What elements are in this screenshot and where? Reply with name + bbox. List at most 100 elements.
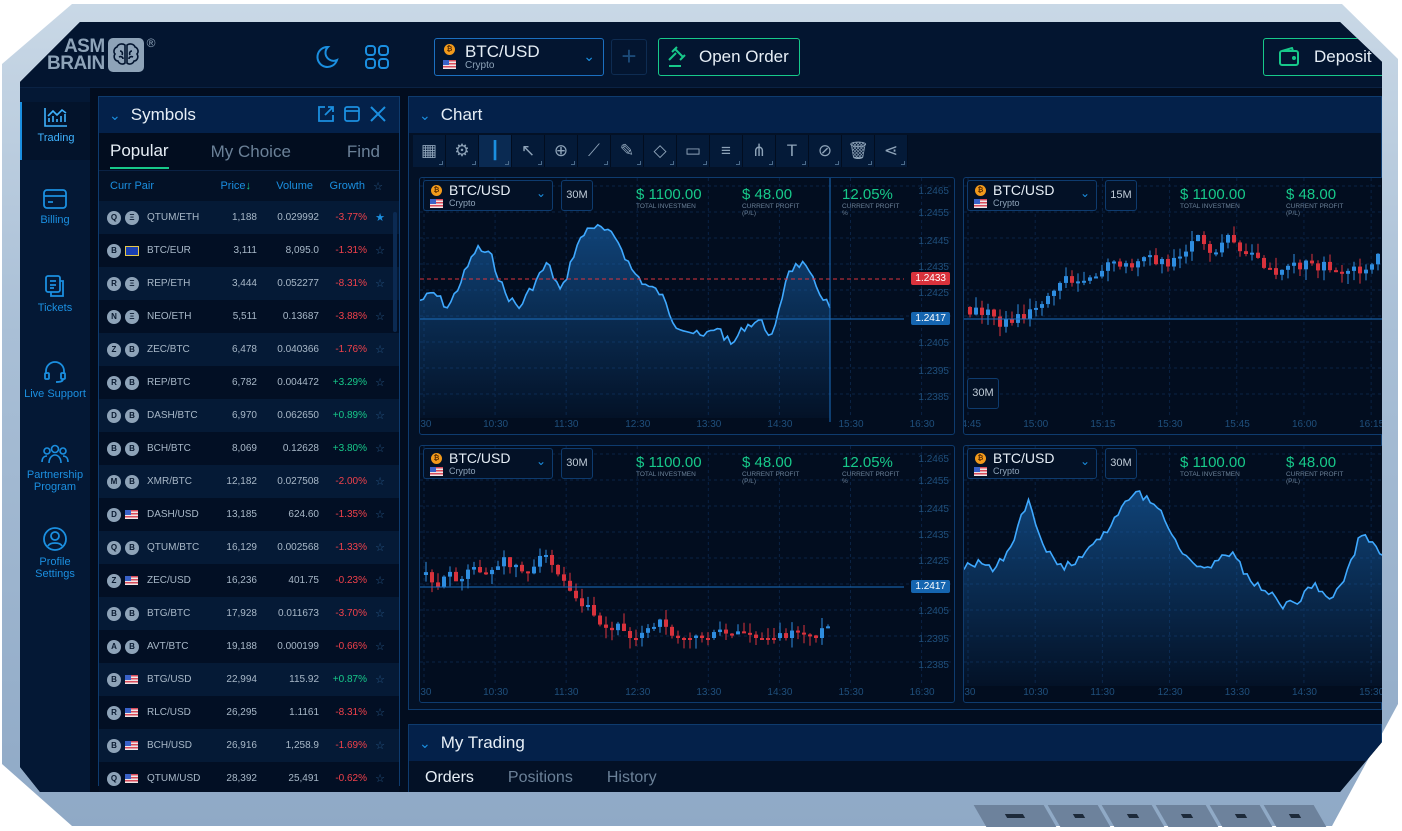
- tool-trash[interactable]: 🗑: [842, 135, 875, 167]
- collapse-chevron-icon[interactable]: ⌄: [109, 107, 121, 124]
- chart-pair-selector[interactable]: ₿ BTC/USD Crypto ⌄: [967, 448, 1097, 479]
- chart-pair-selector[interactable]: ₿ BTC/USD Crypto ⌄: [423, 448, 553, 479]
- star-icon[interactable]: ☆: [367, 508, 393, 521]
- sidebar-item-profile-settings[interactable]: Profile Settings: [20, 526, 90, 580]
- tool-rectangle[interactable]: ▭: [677, 135, 710, 167]
- tool-hide[interactable]: ⊘: [809, 135, 842, 167]
- star-icon[interactable]: ☆: [367, 772, 393, 785]
- tool-text[interactable]: T: [776, 135, 809, 167]
- chart-pair-selector[interactable]: ₿ BTC/USD Crypto ⌄: [423, 180, 553, 211]
- tool-pitchfork[interactable]: ⋔: [743, 135, 776, 167]
- symbol-row[interactable]: QB QTUM/BTC 16,129 0.002568 -1.33% ☆: [99, 531, 399, 564]
- timeframe-button[interactable]: 30M: [561, 448, 593, 479]
- device-button[interactable]: [1047, 805, 1111, 827]
- tab-my-choice[interactable]: My Choice: [211, 136, 291, 168]
- star-icon[interactable]: ☆: [367, 310, 393, 323]
- tool-settings[interactable]: ⚙: [446, 135, 479, 167]
- symbol-row[interactable]: DB DASH/BTC 6,970 0.062650 +0.89% ☆: [99, 399, 399, 432]
- symbols-scrollbar[interactable]: [393, 212, 397, 332]
- pair-selector[interactable]: ₿ BTC/USD Crypto ⌄: [434, 38, 604, 76]
- chart-pair-selector[interactable]: ₿ BTC/USD Crypto ⌄: [967, 180, 1097, 211]
- candle: [1100, 270, 1104, 277]
- star-icon[interactable]: ☆: [367, 739, 393, 752]
- symbol-row[interactable]: RB REP/BTC 6,782 0.004472 +3.29% ☆: [99, 366, 399, 399]
- device-button[interactable]: [1209, 805, 1273, 827]
- symbol-row[interactable]: MB XMR/BTC 12,182 0.027508 -2.00% ☆: [99, 465, 399, 498]
- symbol-row[interactable]: Z ZEC/USD 16,236 401.75 -0.23% ☆: [99, 564, 399, 597]
- collapse-chevron-icon[interactable]: ⌄: [419, 107, 431, 124]
- collapse-chevron-icon[interactable]: ⌄: [419, 735, 431, 752]
- tab-history[interactable]: History: [607, 769, 657, 787]
- symbol-row[interactable]: B BTG/USD 22,994 115.92 +0.87% ☆: [99, 663, 399, 696]
- tool-zoom-in[interactable]: ⊕: [545, 135, 578, 167]
- tool-brush[interactable]: ✎: [611, 135, 644, 167]
- symbol-row[interactable]: ZB ZEC/BTC 6,478 0.040366 -1.76% ☆: [99, 333, 399, 366]
- tab-positions[interactable]: Positions: [508, 769, 573, 787]
- device-button[interactable]: [1101, 805, 1165, 827]
- sidebar-item-trading[interactable]: Trading: [20, 102, 90, 160]
- star-icon[interactable]: ☆: [367, 607, 393, 620]
- star-icon[interactable]: ☆: [367, 640, 393, 653]
- chart-4[interactable]: ₿ BTC/USD Crypto ⌄ 30M $ 1100.00 TOTAL I…: [963, 445, 1382, 703]
- close-icon[interactable]: [369, 105, 387, 123]
- timeframe-button[interactable]: 15M: [1105, 180, 1137, 211]
- col-price[interactable]: Price↓: [205, 180, 251, 192]
- tool-fibonacci[interactable]: ≡: [710, 135, 743, 167]
- star-icon[interactable]: ☆: [367, 574, 393, 587]
- symbol-row[interactable]: RΞ REP/ETH 3,444 0.052277 -8.31% ☆: [99, 267, 399, 300]
- symbol-row[interactable]: B BCH/USD 26,916 1,258.9 -1.69% ☆: [99, 729, 399, 762]
- tool-candles[interactable]: ┃: [479, 135, 512, 167]
- open-order-button[interactable]: Open Order: [658, 38, 800, 76]
- star-icon[interactable]: ☆: [367, 442, 393, 455]
- sidebar-item-billing[interactable]: Billing: [20, 188, 90, 226]
- chart-1[interactable]: ₿ BTC/USD Crypto ⌄ 30M $ 1100.00 TOTAL I…: [419, 177, 955, 435]
- dark-mode-icon[interactable]: [313, 44, 339, 70]
- add-tab-button[interactable]: +: [611, 39, 647, 75]
- star-icon[interactable]: ☆: [367, 475, 393, 488]
- tab-find[interactable]: Find: [347, 136, 380, 168]
- device-button[interactable]: [973, 805, 1057, 827]
- chart-2[interactable]: ₿ BTC/USD Crypto ⌄ 15M $ 1100.00 TOTAL I…: [963, 177, 1382, 435]
- tool-cursor[interactable]: ↖: [512, 135, 545, 167]
- tool-shapes[interactable]: ◇: [644, 135, 677, 167]
- sidebar-item-partnership-program[interactable]: Partnership Program: [20, 443, 90, 493]
- col-growth[interactable]: Growth: [313, 180, 365, 192]
- device-button[interactable]: [1263, 805, 1327, 827]
- layout-grid-icon[interactable]: [364, 44, 390, 70]
- symbol-row[interactable]: D DASH/USD 13,185 624.60 -1.35% ☆: [99, 498, 399, 531]
- star-icon[interactable]: ☆: [367, 673, 393, 686]
- external-link-icon[interactable]: [317, 105, 335, 123]
- tool-trend[interactable]: ⟋: [578, 135, 611, 167]
- candle: [1142, 257, 1146, 262]
- symbol-row[interactable]: B BTC/EUR 3,111 8,095.0 -1.31% ☆: [99, 234, 399, 267]
- timeframe-button[interactable]: 30M: [1105, 448, 1137, 479]
- timeframe-button[interactable]: 30M: [967, 378, 999, 409]
- symbol-row[interactable]: R RLC/USD 26,295 1.1161 -8.31% ☆: [99, 696, 399, 729]
- maximize-icon[interactable]: [343, 105, 361, 123]
- star-icon[interactable]: ☆: [367, 706, 393, 719]
- symbol-row[interactable]: QΞ QTUM/ETH 1,188 0.029992 -3.77% ★: [99, 201, 399, 234]
- symbol-row[interactable]: BB BTG/BTC 17,928 0.011673 -3.70% ☆: [99, 597, 399, 630]
- star-icon[interactable]: ☆: [367, 409, 393, 422]
- star-icon[interactable]: ☆: [367, 541, 393, 554]
- col-volume[interactable]: Volume: [251, 180, 313, 192]
- symbol-row[interactable]: NΞ NEO/ETH 5,511 0.13687 -3.88% ☆: [99, 300, 399, 333]
- col-curr-pair[interactable]: Curr Pair: [99, 180, 205, 192]
- tab-orders[interactable]: Orders: [425, 769, 474, 787]
- sidebar-item-live-support[interactable]: Live Support: [20, 360, 90, 400]
- symbol-row[interactable]: BB BCH/BTC 8,069 0.12628 +3.80% ☆: [99, 432, 399, 465]
- tool-share[interactable]: ⋖: [875, 135, 908, 167]
- tool-layout-grid[interactable]: ▦: [413, 135, 446, 167]
- star-icon[interactable]: ☆: [367, 376, 393, 389]
- device-button[interactable]: [1155, 805, 1219, 827]
- star-filled-icon[interactable]: ★: [367, 211, 393, 224]
- star-icon[interactable]: ☆: [367, 277, 393, 290]
- star-icon[interactable]: ☆: [367, 343, 393, 356]
- sidebar-item-tickets[interactable]: Tickets: [20, 274, 90, 314]
- chart-3[interactable]: ₿ BTC/USD Crypto ⌄ 30M $ 1100.00 TOTAL I…: [419, 445, 955, 703]
- symbol-row[interactable]: AB AVT/BTC 19,188 0.000199 -0.66% ☆: [99, 630, 399, 663]
- star-icon[interactable]: ☆: [367, 244, 393, 257]
- timeframe-button[interactable]: 30M: [561, 180, 593, 211]
- symbol-row[interactable]: Q QTUM/USD 28,392 25,491 -0.62% ☆: [99, 762, 399, 792]
- tab-popular[interactable]: Popular: [110, 135, 169, 169]
